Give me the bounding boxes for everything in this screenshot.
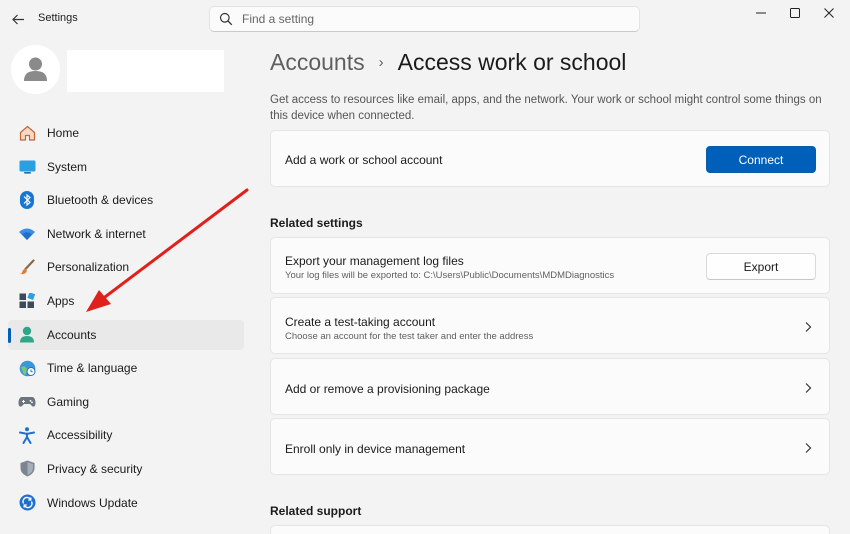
test-taking-account-card[interactable]: Create a test-taking account Choose an a… bbox=[270, 297, 830, 354]
page-title: Access work or school bbox=[397, 48, 627, 75]
close-icon bbox=[824, 8, 834, 18]
apps-icon bbox=[18, 292, 36, 310]
globe-clock-icon bbox=[18, 359, 36, 377]
chevron-right-icon bbox=[805, 443, 812, 453]
provisioning-package-title: Add or remove a provisioning package bbox=[285, 382, 490, 396]
shield-icon bbox=[18, 460, 36, 478]
search-icon bbox=[219, 12, 233, 26]
chevron-right-icon bbox=[805, 322, 812, 332]
test-taking-subtitle: Choose an account for the test taker and… bbox=[285, 331, 534, 342]
gamepad-icon bbox=[18, 393, 36, 411]
accounts-icon bbox=[18, 326, 36, 344]
avatar[interactable] bbox=[11, 45, 60, 94]
test-taking-title: Create a test-taking account bbox=[285, 315, 436, 329]
back-arrow-icon bbox=[11, 14, 24, 24]
close-button[interactable] bbox=[812, 2, 846, 24]
sidebar-item-label: System bbox=[47, 159, 88, 174]
breadcrumb-separator: › bbox=[378, 53, 384, 71]
search-input[interactable] bbox=[242, 10, 622, 28]
breadcrumb-parent-link[interactable]: Accounts bbox=[270, 49, 365, 76]
export-logs-title: Export your management log files bbox=[285, 254, 464, 268]
sidebar-item-label: Bluetooth & devices bbox=[47, 193, 154, 208]
chevron-right-icon bbox=[805, 383, 812, 393]
sidebar-item-label: Accessibility bbox=[47, 428, 113, 443]
profile-name-redacted bbox=[67, 50, 224, 92]
sidebar-item-label: Home bbox=[47, 126, 80, 140]
sidebar-item-home[interactable]: Home bbox=[8, 118, 244, 148]
sidebar-item-label: Privacy & security bbox=[47, 461, 143, 476]
export-button[interactable]: Export bbox=[706, 253, 816, 280]
sidebar-item-privacy-security[interactable]: Privacy & security bbox=[8, 454, 244, 484]
breadcrumb: Accounts › Access work or school bbox=[270, 46, 626, 78]
home-icon bbox=[18, 124, 36, 142]
sidebar-item-label: Network & internet bbox=[47, 226, 146, 241]
related-support-card bbox=[270, 525, 830, 534]
connect-button[interactable]: Connect bbox=[706, 146, 816, 173]
sidebar-item-label: Windows Update bbox=[47, 495, 138, 510]
sidebar-item-network[interactable]: Network & internet bbox=[8, 219, 244, 249]
minimize-button[interactable] bbox=[744, 2, 778, 24]
minimize-icon bbox=[756, 12, 766, 14]
bluetooth-icon bbox=[18, 191, 36, 210]
add-account-title: Add a work or school account bbox=[285, 153, 443, 167]
sidebar-nav: Home System Bluetooth & devices Network … bbox=[8, 118, 244, 521]
update-icon bbox=[18, 494, 36, 512]
user-avatar-icon bbox=[11, 45, 60, 94]
app-title: Settings bbox=[38, 12, 78, 24]
search-box[interactable] bbox=[209, 6, 640, 32]
sidebar-item-time-language[interactable]: Time & language bbox=[8, 353, 244, 383]
system-icon bbox=[18, 158, 36, 176]
title-bar: Settings bbox=[0, 0, 850, 40]
maximize-icon bbox=[790, 8, 800, 18]
sidebar-item-apps[interactable]: Apps bbox=[8, 286, 244, 316]
device-management-card[interactable]: Enroll only in device management bbox=[270, 418, 830, 475]
sidebar-item-system[interactable]: System bbox=[8, 152, 244, 182]
sidebar-item-accounts[interactable]: Accounts bbox=[8, 319, 244, 350]
sidebar-item-personalization[interactable]: Personalization bbox=[8, 252, 244, 282]
related-settings-heading: Related settings bbox=[270, 216, 363, 230]
accessibility-icon bbox=[18, 426, 36, 444]
add-account-card: Add a work or school account Connect bbox=[270, 130, 830, 187]
sidebar-item-label: Accounts bbox=[47, 327, 97, 342]
device-management-title: Enroll only in device management bbox=[285, 442, 466, 456]
sidebar-item-label: Apps bbox=[47, 293, 75, 308]
sidebar-item-bluetooth[interactable]: Bluetooth & devices bbox=[8, 185, 244, 215]
sidebar-item-windows-update[interactable]: Windows Update bbox=[8, 488, 244, 518]
back-button[interactable] bbox=[8, 8, 28, 30]
sidebar-item-label: Gaming bbox=[47, 394, 90, 409]
wifi-icon bbox=[18, 225, 36, 243]
sidebar-item-label: Time & language bbox=[47, 361, 138, 376]
sidebar-item-label: Personalization bbox=[47, 260, 130, 275]
provisioning-package-card[interactable]: Add or remove a provisioning package bbox=[270, 358, 830, 415]
related-support-heading: Related support bbox=[270, 504, 362, 518]
sidebar-item-accessibility[interactable]: Accessibility bbox=[8, 420, 244, 450]
sidebar-item-gaming[interactable]: Gaming bbox=[8, 387, 244, 417]
export-logs-subtitle: Your log files will be exported to: C:\U… bbox=[285, 270, 615, 281]
page-description: Get access to resources like email, apps… bbox=[270, 94, 822, 122]
maximize-button[interactable] bbox=[778, 2, 812, 24]
export-logs-card: Export your management log files Your lo… bbox=[270, 237, 830, 294]
brush-icon bbox=[18, 258, 36, 276]
